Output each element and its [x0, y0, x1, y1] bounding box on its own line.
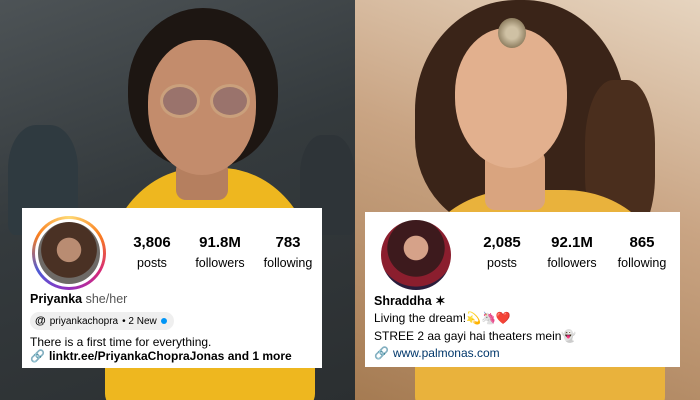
stat-followers[interactable]: 92.1M followers: [537, 234, 607, 270]
bio-link[interactable]: 🔗 www.palmonas.com: [374, 346, 500, 360]
avatar-image: [35, 219, 103, 287]
stat-label: following: [617, 256, 667, 270]
stat-following[interactable]: 783 following: [254, 234, 322, 270]
avatar[interactable]: [32, 216, 106, 290]
stat-following[interactable]: 865 following: [607, 234, 677, 270]
maang-tikka: [498, 18, 526, 48]
pronouns: she/her: [85, 292, 128, 306]
profile-stats: 2,085 posts 92.1M followers 865 followin…: [467, 234, 677, 270]
sunglasses-lens: [160, 84, 200, 118]
stat-label: followers: [195, 256, 245, 270]
stat-label: followers: [547, 256, 597, 270]
link-icon: 🔗: [374, 346, 389, 360]
threads-badge[interactable]: @ priyankachopra • 2 New: [30, 312, 174, 330]
face: [455, 28, 567, 168]
sunglasses-lens: [210, 84, 250, 118]
stat-value: 865: [629, 234, 655, 251]
threads-new-count: • 2 New: [122, 315, 157, 327]
stat-value: 2,085: [483, 234, 521, 251]
stat-value: 783: [275, 234, 301, 251]
stat-label: posts: [487, 256, 517, 270]
profile-card-priyanka: 3,806 posts 91.8M followers 783 followin…: [22, 208, 322, 368]
bio-link[interactable]: 🔗 linktr.ee/PriyankaChopraJonas and 1 mo…: [30, 349, 292, 363]
bio-line: STREE 2 aa gayi hai theaters mein👻: [374, 329, 577, 343]
profile-stats: 3,806 posts 91.8M followers 783 followin…: [118, 234, 322, 270]
name-row: Priyanka she/her: [30, 292, 127, 306]
stat-posts[interactable]: 3,806 posts: [118, 234, 186, 270]
name-row: Shraddha ✶: [374, 293, 446, 308]
avatar[interactable]: [381, 220, 451, 290]
stat-label: posts: [137, 256, 167, 270]
threads-handle: priyankachopra: [49, 315, 119, 327]
profile-card-shraddha: 2,085 posts 92.1M followers 865 followin…: [365, 212, 680, 367]
stat-value: 92.1M: [551, 234, 593, 251]
link-text: www.palmonas.com: [392, 346, 500, 360]
link-text: linktr.ee/PriyankaChopraJonas and 1 more: [48, 349, 292, 363]
profile-name: Shraddha ✶: [374, 294, 446, 308]
new-dot: [160, 318, 167, 324]
stat-value: 91.8M: [199, 234, 241, 251]
stat-label: following: [263, 256, 313, 270]
stat-posts[interactable]: 2,085 posts: [467, 234, 537, 270]
profile-name: Priyanka: [30, 292, 83, 306]
stat-value: 3,806: [133, 234, 171, 251]
link-icon: 🔗: [30, 349, 45, 363]
bio-line: Living the dream!💫🦄❤️: [374, 311, 511, 325]
threads-icon: @: [35, 315, 46, 327]
stat-followers[interactable]: 91.8M followers: [186, 234, 254, 270]
